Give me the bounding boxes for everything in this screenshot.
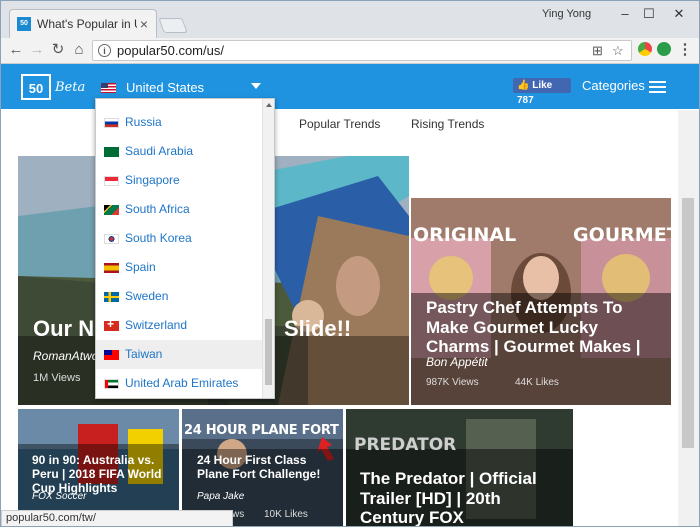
country-dropdown: Russia Saudi Arabia Singapore South Afri… xyxy=(95,98,275,399)
site-favicon-icon: 50 xyxy=(17,17,31,31)
profile-name[interactable]: Ying Yong xyxy=(542,8,591,20)
country-option-saudi-arabia[interactable]: Saudi Arabia xyxy=(96,137,263,166)
bookmark-star-icon[interactable]: ☆ xyxy=(612,43,624,59)
extension-icon[interactable] xyxy=(638,42,652,56)
country-option-singapore[interactable]: Singapore xyxy=(96,166,263,195)
like-count: 44K Likes xyxy=(515,377,559,388)
scroll-up-icon[interactable] xyxy=(266,103,272,107)
selected-country: United States xyxy=(126,80,205,95)
video-card-pastry[interactable]: ORIGINAL GOURMET Pastry Chef Attempts To… xyxy=(411,198,671,405)
country-label: Singapore xyxy=(125,173,180,187)
page-scrollbar-thumb[interactable] xyxy=(682,198,694,448)
browser-toolbar: ← → ↻ ⌂ i popular50.com/us/ ⊞ ☆ ⋮ xyxy=(1,38,699,64)
video-title: The Predator | Official Trailer [HD] | 2… xyxy=(360,469,537,527)
country-option-south-korea[interactable]: South Korea xyxy=(96,224,263,253)
country-option-taiwan[interactable]: Taiwan xyxy=(96,340,263,369)
channel-name: Papa Jake xyxy=(197,491,245,502)
south-korea-flag-icon xyxy=(104,234,119,244)
russia-flag-icon xyxy=(104,118,119,128)
info-icon[interactable]: i xyxy=(98,44,111,57)
country-label: United Arab Emirates xyxy=(125,376,239,390)
thumbnail-banner: 24 HOUR PLANE FORT xyxy=(184,423,339,438)
country-option-south-africa[interactable]: South Africa xyxy=(96,195,263,224)
view-count: 987K Views xyxy=(426,377,479,388)
country-label: South Africa xyxy=(125,202,190,216)
country-option-sweden[interactable]: Sweden xyxy=(96,282,263,311)
sweden-flag-icon xyxy=(104,292,119,302)
country-option-spain[interactable]: Spain xyxy=(96,253,263,282)
facebook-like-button[interactable]: 👍 Like 787 xyxy=(513,78,571,106)
thumbnail-banner: PREDATOR xyxy=(354,435,457,455)
us-flag-icon xyxy=(101,83,116,93)
video-title-right: Slide!! xyxy=(284,316,352,341)
extension-green-icon[interactable] xyxy=(657,42,671,56)
close-tab-icon[interactable]: × xyxy=(140,16,148,32)
menu-kebab-icon[interactable]: ⋮ xyxy=(676,41,694,59)
taiwan-flag-icon xyxy=(104,350,119,360)
channel-name: RomanAtwo xyxy=(33,349,99,363)
forward-icon[interactable]: → xyxy=(28,41,46,59)
south-africa-flag-icon xyxy=(104,205,119,215)
back-icon[interactable]: ← xyxy=(7,41,25,59)
channel-name: FOX Soccer xyxy=(32,491,87,502)
like-count: 10K Likes xyxy=(264,509,308,520)
uae-flag-icon xyxy=(104,379,119,389)
status-url: popular50.com/tw/ xyxy=(1,510,233,526)
maximize-icon[interactable]: ☐ xyxy=(635,5,663,23)
title-bar: 50 What's Popular in Unite × Ying Yong –… xyxy=(1,1,699,38)
chevron-down-icon xyxy=(251,83,261,89)
video-title: 24 Hour First Class Plane Fort Challenge… xyxy=(197,453,321,481)
beta-label: Beta xyxy=(55,80,86,95)
spain-flag-icon xyxy=(104,263,119,273)
country-select[interactable]: United States xyxy=(101,79,271,97)
thumbnail-banner-left: ORIGINAL xyxy=(413,224,517,246)
home-icon[interactable]: ⌂ xyxy=(70,41,88,59)
browser-window: 50 What's Popular in Unite × Ying Yong –… xyxy=(0,0,700,527)
categories-link[interactable]: Categories xyxy=(582,78,645,93)
country-label: Russia xyxy=(125,115,162,129)
country-option-switzerland[interactable]: Switzerland xyxy=(96,311,263,340)
translate-icon[interactable]: ⊞ xyxy=(592,43,603,59)
tab-title: What's Popular in Unite xyxy=(37,17,137,31)
country-option-russia[interactable]: Russia xyxy=(96,108,263,137)
saudi-arabia-flag-icon xyxy=(104,147,119,157)
singapore-flag-icon xyxy=(104,176,119,186)
channel-name: Bon Appétit xyxy=(426,355,488,369)
site-logo[interactable]: 50 xyxy=(21,74,51,100)
tab-popular-trends[interactable]: Popular Trends xyxy=(299,117,380,131)
country-label: Switzerland xyxy=(125,318,188,332)
new-tab-button[interactable] xyxy=(158,18,188,33)
page-scrollbar[interactable] xyxy=(678,110,699,526)
thumbs-up-icon: 👍 xyxy=(517,80,530,91)
view-count: ws xyxy=(232,509,245,520)
country-label: Taiwan xyxy=(125,347,163,361)
url-text: popular50.com/us/ xyxy=(117,43,224,58)
country-label: Saudi Arabia xyxy=(125,144,194,158)
video-card-predator[interactable]: PREDATOR The Predator | Official Trailer… xyxy=(346,409,573,527)
close-window-icon[interactable]: ✕ xyxy=(665,5,693,23)
thumbnail-banner-right: GOURMET xyxy=(573,224,671,246)
country-label: Spain xyxy=(125,260,156,274)
browser-tab[interactable]: 50 What's Popular in Unite × xyxy=(9,9,157,38)
country-label: Sweden xyxy=(125,289,169,303)
reload-icon[interactable]: ↻ xyxy=(49,41,67,59)
switzerland-flag-icon xyxy=(104,317,119,331)
dropdown-scrollbar-thumb[interactable] xyxy=(265,319,272,385)
dropdown-scrollbar[interactable] xyxy=(262,99,274,398)
country-option-united-arab-emirates[interactable]: United Arab Emirates xyxy=(96,369,263,398)
tab-rising-trends[interactable]: Rising Trends xyxy=(411,117,484,131)
video-title: Pastry Chef Attempts To Make Gourmet Luc… xyxy=(426,298,641,357)
video-title-left: Our N xyxy=(33,316,95,341)
country-label: South Korea xyxy=(125,231,192,245)
view-count: 1M Views xyxy=(33,372,81,384)
hamburger-menu-icon[interactable] xyxy=(649,81,666,93)
address-bar[interactable]: i popular50.com/us/ ⊞ ☆ xyxy=(92,40,632,61)
